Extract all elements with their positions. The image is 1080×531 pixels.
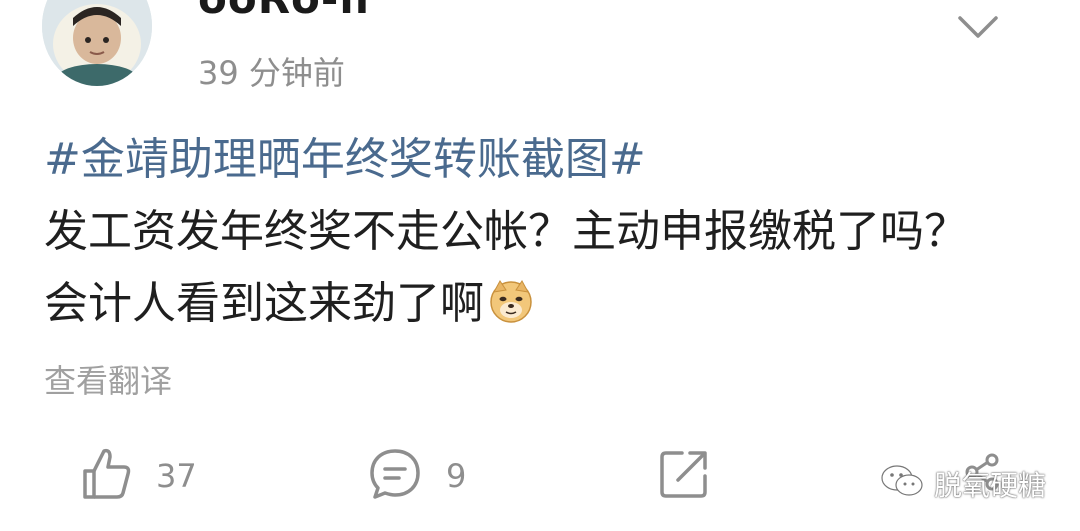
username[interactable]: ooRo-ii xyxy=(198,0,370,23)
avatar[interactable] xyxy=(42,0,152,86)
like-button[interactable]: 37 xyxy=(82,446,197,506)
chevron-down-icon[interactable] xyxy=(956,12,1000,42)
doge-emoji-icon xyxy=(488,274,534,323)
wechat-logo-icon xyxy=(880,463,924,506)
post-text: 发工资发年终奖不走公帐？主动申报缴税了吗？会计人看到这来劲了啊 xyxy=(44,196,1004,340)
comment-button[interactable]: 9 xyxy=(368,446,466,506)
watermark: 脱氧硬糖 xyxy=(880,462,1046,506)
thumbs-up-icon xyxy=(82,447,132,505)
share-icon xyxy=(658,448,710,504)
topic-hashtag-link[interactable]: #金靖助理晒年终奖转账截图# xyxy=(44,123,646,187)
share-button[interactable] xyxy=(658,446,710,506)
comment-bubble-icon xyxy=(368,447,422,505)
watermark-text: 脱氧硬糖 xyxy=(934,469,1047,502)
like-count: 37 xyxy=(156,457,197,495)
view-translation-link[interactable]: 查看翻译 xyxy=(44,356,172,402)
timestamp: 39 分钟前 xyxy=(198,54,345,92)
comment-count: 9 xyxy=(446,457,467,495)
